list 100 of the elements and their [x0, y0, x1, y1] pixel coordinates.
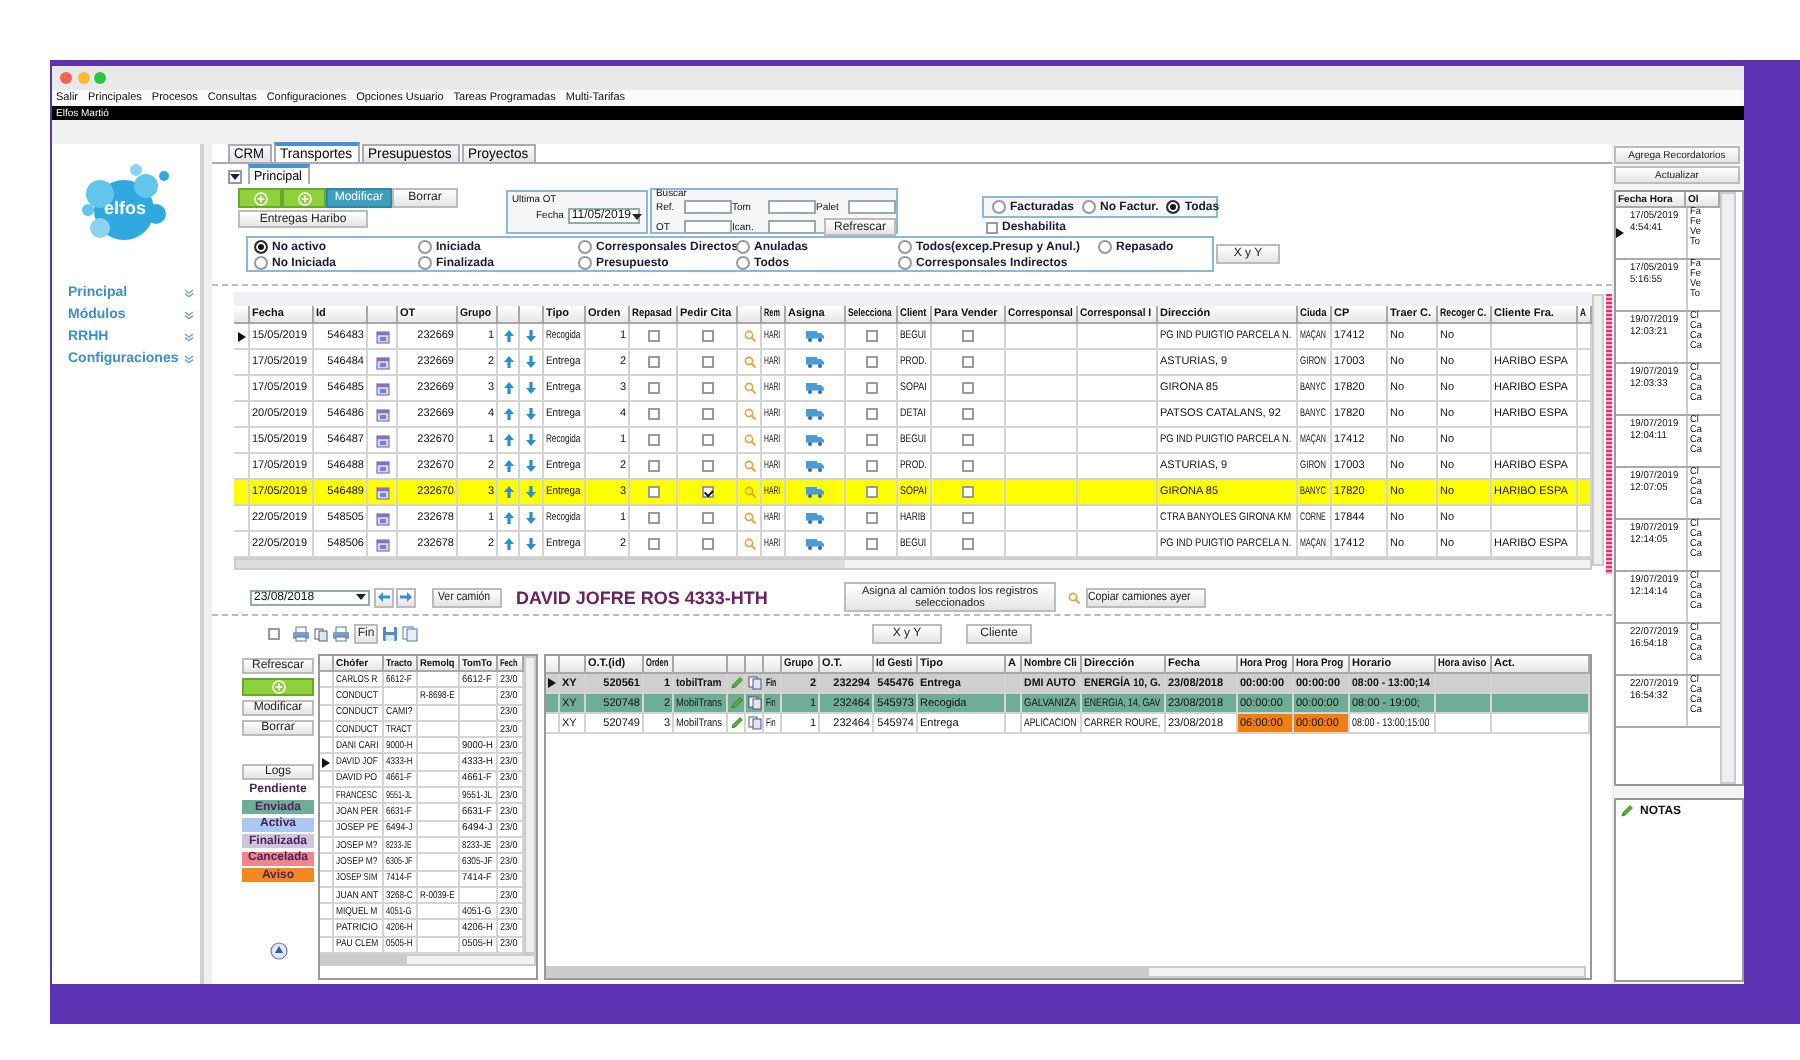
- search-icon[interactable]: [743, 460, 755, 472]
- checkbox[interactable]: [701, 382, 713, 394]
- truck-icon[interactable]: [806, 512, 824, 524]
- down-arrow-icon[interactable]: [526, 330, 536, 342]
- input-field[interactable]: [848, 200, 896, 214]
- column-header[interactable]: [546, 656, 560, 674]
- minimize-button[interactable]: [77, 72, 89, 84]
- calendar-icon[interactable]: [375, 537, 389, 551]
- checkbox[interactable]: [865, 538, 877, 550]
- printer-icon[interactable]: [332, 626, 350, 642]
- calendar-icon[interactable]: [375, 355, 389, 369]
- checkbox[interactable]: [701, 330, 713, 342]
- column-header[interactable]: [498, 306, 520, 324]
- column-header[interactable]: [320, 656, 334, 672]
- calendar-icon[interactable]: [375, 511, 389, 525]
- checkbox[interactable]: [701, 434, 713, 446]
- add-button[interactable]: [242, 678, 314, 696]
- truck-icon[interactable]: [806, 434, 824, 446]
- up-arrow-icon[interactable]: [503, 382, 513, 394]
- search-icon[interactable]: [743, 434, 755, 446]
- checkbox[interactable]: [701, 486, 713, 498]
- up-arrow-icon[interactable]: [503, 408, 513, 420]
- up-arrow-icon[interactable]: [503, 460, 513, 472]
- truck-icon[interactable]: [806, 408, 824, 420]
- calendar-icon[interactable]: [375, 485, 389, 499]
- scrollbar[interactable]: [524, 656, 536, 954]
- add-button[interactable]: [282, 188, 326, 208]
- column-header[interactable]: [234, 306, 250, 324]
- column-header[interactable]: [738, 306, 762, 324]
- splitter-bar[interactable]: [1606, 294, 1612, 574]
- checkbox[interactable]: [962, 408, 974, 420]
- scrollbar[interactable]: [1592, 294, 1604, 566]
- checkbox[interactable]: [647, 486, 659, 498]
- column-header[interactable]: [560, 656, 586, 674]
- truck-icon[interactable]: [806, 538, 824, 550]
- close-button[interactable]: [60, 72, 72, 84]
- scrollbar[interactable]: [234, 558, 1592, 570]
- down-arrow-icon[interactable]: [526, 486, 536, 498]
- copy-icon[interactable]: [402, 626, 418, 642]
- up-arrow-icon[interactable]: [503, 434, 513, 446]
- search-icon[interactable]: [1068, 591, 1080, 603]
- checkbox[interactable]: [962, 434, 974, 446]
- column-header[interactable]: [520, 306, 544, 324]
- checkbox[interactable]: [647, 460, 659, 472]
- checkbox[interactable]: [865, 434, 877, 446]
- checkbox[interactable]: [962, 356, 974, 368]
- calendar-icon[interactable]: [375, 459, 389, 473]
- checkbox[interactable]: [962, 330, 974, 342]
- search-icon[interactable]: [743, 408, 755, 420]
- down-arrow-icon[interactable]: [526, 460, 536, 472]
- down-arrow-icon[interactable]: [526, 382, 536, 394]
- checkbox[interactable]: [647, 434, 659, 446]
- down-arrow-icon[interactable]: [526, 356, 536, 368]
- truck-icon[interactable]: [806, 356, 824, 368]
- checkbox[interactable]: [865, 486, 877, 498]
- pencil-icon[interactable]: [1620, 804, 1634, 818]
- scrollbar[interactable]: [320, 954, 536, 967]
- up-arrow-icon[interactable]: [503, 538, 513, 550]
- truck-icon[interactable]: [806, 330, 824, 342]
- down-arrow-icon[interactable]: [526, 434, 536, 446]
- up-arrow-icon[interactable]: [503, 356, 513, 368]
- calendar-icon[interactable]: [375, 433, 389, 447]
- checkbox[interactable]: [701, 356, 713, 368]
- search-icon[interactable]: [743, 486, 755, 498]
- documents-icon[interactable]: [314, 627, 328, 641]
- checkbox[interactable]: [962, 486, 974, 498]
- checkbox[interactable]: [268, 628, 280, 640]
- input-field[interactable]: [768, 200, 816, 214]
- next-button[interactable]: [396, 587, 416, 607]
- checkbox[interactable]: [701, 460, 713, 472]
- up-arrow-icon[interactable]: [503, 330, 513, 342]
- maximize-button[interactable]: [94, 72, 106, 84]
- truck-icon[interactable]: [806, 486, 824, 498]
- truck-icon[interactable]: [806, 382, 824, 394]
- dropdown-button[interactable]: [228, 170, 242, 184]
- printer-icon[interactable]: [292, 626, 310, 642]
- checkbox[interactable]: [701, 538, 713, 550]
- checkbox[interactable]: [647, 356, 659, 368]
- up-arrow-icon[interactable]: [503, 512, 513, 524]
- scrollbar[interactable]: [546, 966, 1586, 978]
- checkbox[interactable]: [647, 330, 659, 342]
- search-icon[interactable]: [743, 330, 755, 342]
- calendar-icon[interactable]: [375, 407, 389, 421]
- checkbox[interactable]: [701, 408, 713, 420]
- checkbox[interactable]: [865, 382, 877, 394]
- checkbox[interactable]: [865, 512, 877, 524]
- down-arrow-icon[interactable]: [526, 408, 536, 420]
- checkbox[interactable]: [865, 408, 877, 420]
- save-icon[interactable]: [382, 626, 398, 642]
- search-icon[interactable]: [743, 382, 755, 394]
- search-icon[interactable]: [743, 538, 755, 550]
- search-icon[interactable]: [743, 356, 755, 368]
- up-arrow-icon[interactable]: [503, 486, 513, 498]
- checkbox[interactable]: [865, 460, 877, 472]
- checkbox[interactable]: [865, 330, 877, 342]
- column-header[interactable]: [674, 656, 728, 674]
- scrollbar[interactable]: [1720, 192, 1736, 784]
- input-field[interactable]: [684, 200, 732, 214]
- checkbox[interactable]: [962, 382, 974, 394]
- down-arrow-icon[interactable]: [526, 512, 536, 524]
